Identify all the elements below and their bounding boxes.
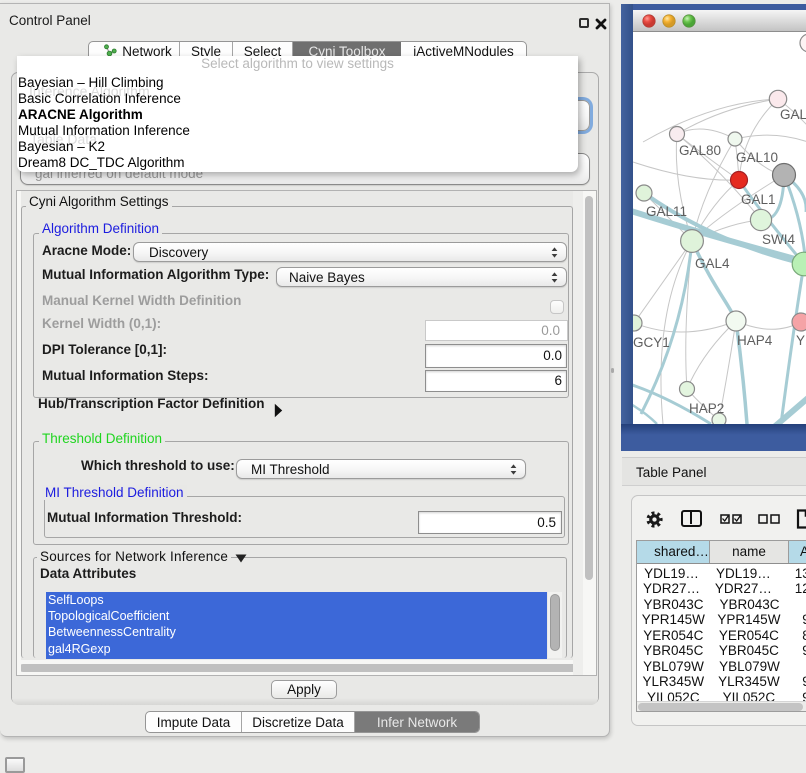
svg-text:GAL: GAL (780, 107, 806, 122)
svg-text:SWI4: SWI4 (762, 232, 795, 247)
svg-text:GAL4: GAL4 (695, 256, 730, 271)
svg-text:GAL11: GAL11 (646, 204, 687, 219)
svg-text:GAL1: GAL1 (741, 192, 776, 207)
svg-text:GAL80: GAL80 (679, 143, 721, 158)
svg-text:HAP4: HAP4 (737, 333, 773, 348)
svg-text:GCY1: GCY1 (633, 335, 670, 350)
svg-text:GAL10: GAL10 (736, 150, 778, 165)
svg-text:Y: Y (796, 333, 805, 348)
svg-text:HAP2: HAP2 (689, 401, 724, 416)
